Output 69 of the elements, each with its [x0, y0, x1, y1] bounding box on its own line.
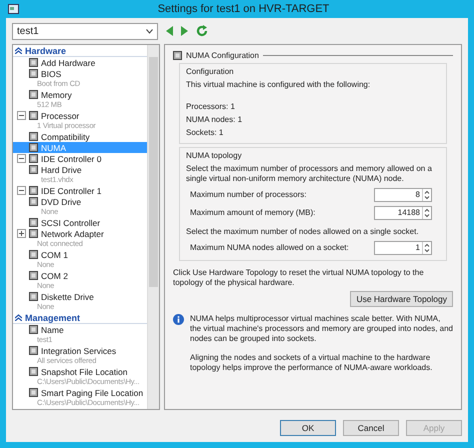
back-icon[interactable] [166, 26, 173, 36]
tree-item[interactable]: Diskette Drive [13, 291, 147, 302]
reset-text: Click Use Hardware Topology to reset the virtual NUMA topology to the topology of the physical hardware. [173, 268, 425, 288]
group-title: Configuration [186, 67, 235, 77]
device-icon [29, 271, 38, 280]
device-icon [29, 292, 38, 301]
dialog-button[interactable]: Cancel [343, 420, 399, 436]
info-text: NUMA helps multiprocessor virtual machines scale better. With NUMA, the virtual machine's processors and memory are grouped into nodes, and nodes can be grouped into sockets. [190, 314, 453, 344]
spin-icon[interactable] [423, 242, 431, 254]
device-icon [29, 250, 38, 259]
info-text: Aligning the nodes and sockets of a virtual machine to the hardware topology helps improve the performance of NUMA-aware workloads. [190, 353, 434, 373]
config-line: Sockets: 1 [186, 128, 224, 138]
window-title: Settings for test1 on HVR-TARGET [156, 3, 330, 15]
collapse-toggle[interactable] [17, 154, 26, 163]
section-heading[interactable]: Management [13, 312, 147, 324]
device-icon [29, 367, 38, 376]
tree-item[interactable]: Name [13, 324, 147, 335]
caret-icon [146, 28, 153, 34]
number-field[interactable]: 8 [374, 188, 432, 202]
spin-icon[interactable] [423, 188, 431, 200]
number-field[interactable]: 1 [374, 240, 432, 254]
tree-item[interactable]: SCSI Controller [13, 217, 147, 228]
dialog-button[interactable]: OK [280, 420, 336, 436]
section-heading[interactable]: Hardware [13, 45, 147, 57]
use-hardware-topology-button[interactable]: Use Hardware Topology [350, 291, 453, 307]
tree-item[interactable]: IDE Controller 0 [13, 153, 147, 164]
expand-toggle[interactable] [17, 229, 26, 238]
config-line: NUMA nodes: 1 [186, 115, 244, 125]
info-icon [173, 314, 184, 325]
tree-item[interactable]: COM 2 [13, 270, 147, 281]
panel-title: NUMA Configuration [186, 51, 259, 60]
tree-item[interactable]: COM 1 [13, 249, 147, 260]
group-text: Select the maximum number of nodes allowed on a single socket. [186, 227, 420, 237]
spin-icon[interactable] [423, 206, 431, 218]
tree-item[interactable]: Smart Paging File Location [13, 387, 147, 398]
device-icon [29, 90, 38, 99]
tree-item[interactable]: BIOS [13, 68, 147, 79]
device-icon [29, 388, 38, 397]
field-label: Maximum amount of memory (MB): [190, 208, 316, 217]
tree-item[interactable]: Add Hardware [13, 57, 147, 68]
group-title: NUMA topology [186, 151, 243, 161]
tree-item[interactable]: Hard Drive [13, 164, 147, 175]
tree-item[interactable]: Integration Services [13, 345, 147, 356]
tree-item[interactable]: Compatibility [13, 131, 147, 142]
tree-item[interactable]: Network Adapter [13, 228, 147, 239]
tree-item[interactable]: IDE Controller 1 [13, 185, 147, 196]
device-icon [29, 111, 38, 120]
refresh-icon[interactable] [196, 25, 208, 37]
tree-item[interactable]: DVD Drive [13, 196, 147, 207]
device-icon [173, 51, 182, 60]
chevron-icon [15, 47, 22, 54]
number-field[interactable]: 14188 [374, 206, 432, 220]
device-icon [29, 346, 38, 355]
group-text: Select the maximum number of processors and memory allowed on a single virtual non-uniform memory architecture (NUMA) node. [186, 164, 433, 184]
collapse-toggle[interactable] [17, 111, 26, 120]
device-icon [29, 325, 38, 334]
chevron-icon [15, 314, 22, 321]
forward-icon[interactable] [181, 26, 188, 36]
scrollbar[interactable] [147, 45, 159, 409]
config-line: Processors: 1 [186, 102, 236, 112]
collapse-toggle[interactable] [17, 186, 26, 195]
field-label: Maximum NUMA nodes allowed on a socket: [190, 243, 349, 252]
tree-item[interactable]: Processor [13, 110, 147, 121]
vm-selector[interactable]: test1 [12, 22, 158, 40]
group-text: This virtual machine is configured with the following: [186, 80, 372, 90]
field-label: Maximum number of processors: [190, 190, 306, 199]
tree-item[interactable]: Memory [13, 89, 147, 100]
window-icon [8, 4, 19, 14]
tree-item[interactable]: Snapshot File Location [13, 366, 147, 377]
